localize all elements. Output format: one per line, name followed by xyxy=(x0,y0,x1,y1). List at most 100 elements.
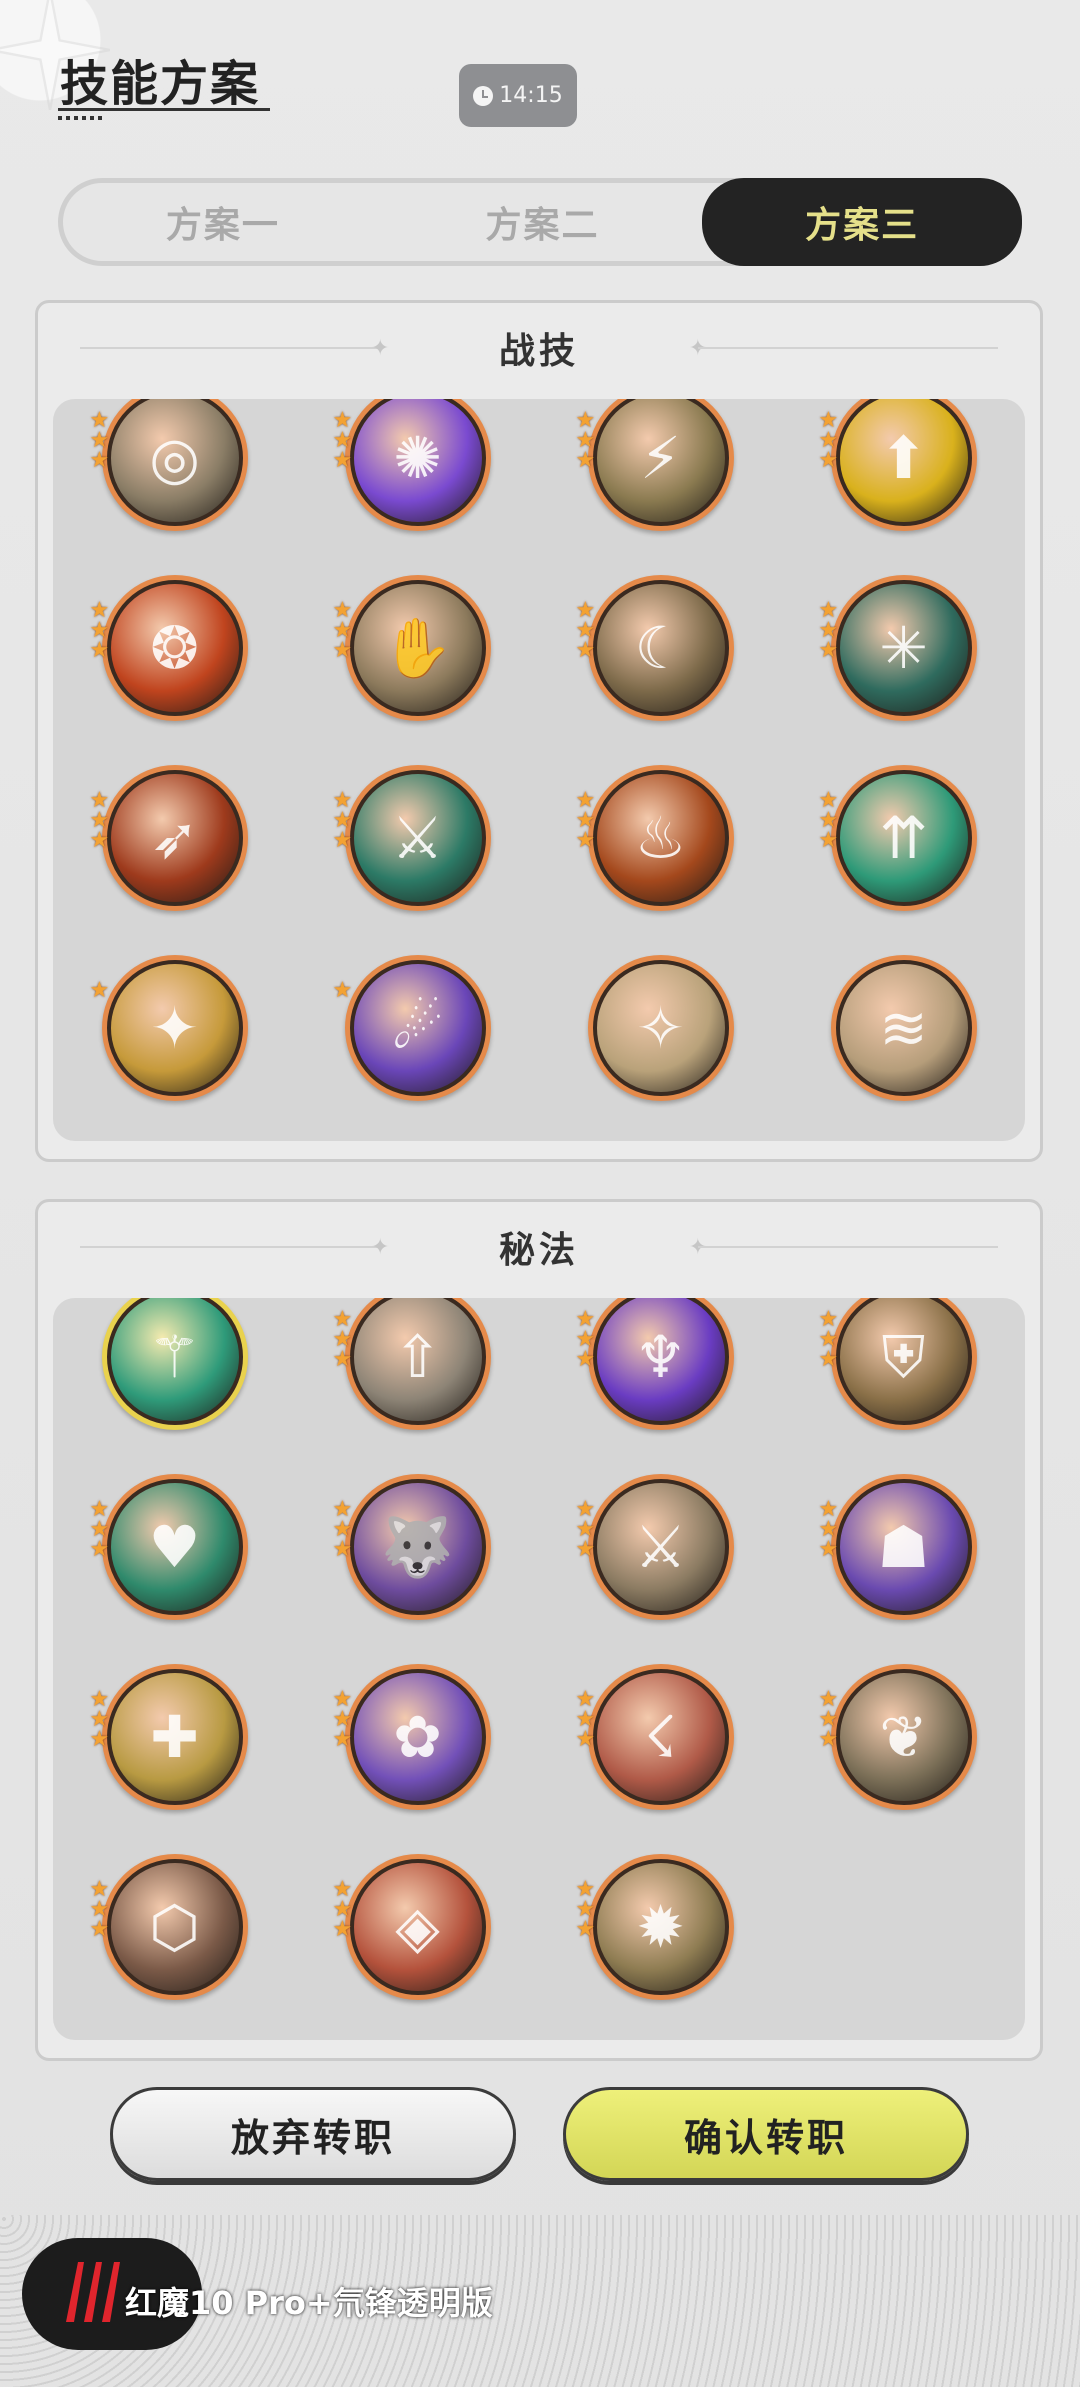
skill-button[interactable]: ⚚ xyxy=(101,1298,248,1430)
star-rank-indicator: ★ ★ ★ xyxy=(576,1309,596,1371)
star-rank-indicator: ★ ★ ★ xyxy=(333,410,353,472)
skill-button[interactable]: ☄ ★ xyxy=(333,955,491,1101)
skill-button[interactable]: ⛨ ★ ★ ★ xyxy=(819,1298,977,1430)
skill-button[interactable]: ☾ ★ ★ ★ xyxy=(576,575,734,721)
tab-plan-2[interactable]: 方案二 xyxy=(383,183,703,261)
skill-button[interactable]: ❂ ★ ★ ★ xyxy=(90,575,248,721)
skill-button[interactable]: ➶ ★ ★ ★ xyxy=(90,765,248,911)
abandon-class-change-button[interactable]: 放弃转职 xyxy=(110,2087,516,2181)
skill-button[interactable]: ☗ ★ ★ ★ xyxy=(819,1474,977,1620)
skill-plan-screen: 技能方案 14:15 方案一 方案二 方案三 ✦ 战技 ✦ ◎★★★✺★★★⚡★… xyxy=(0,0,1080,2387)
skill-button[interactable]: ✹ ★ ★ ★ xyxy=(576,1854,734,2000)
sword-pedestal-icon: ⇧ xyxy=(349,1298,486,1425)
skill-button[interactable]: ✦ ★ xyxy=(90,955,248,1101)
skill-button[interactable]: ♥ ★ ★ ★ xyxy=(90,1474,248,1620)
spider-web-icon: ✳ xyxy=(835,580,972,716)
star-icon: ★ xyxy=(332,1917,353,1942)
skill-slot: ⇧ ★ ★ ★ xyxy=(296,1298,539,1474)
skill-button[interactable]: ⚡ ★ ★ ★ xyxy=(576,399,734,531)
star-rank-indicator: ★ ★ ★ xyxy=(818,790,839,853)
star-icon: ★ xyxy=(332,1537,353,1562)
combat-skills-grid: ◎ ★ ★ ★ ✺ ★ ★ ★ ⚡ ★ ★ ★ ⬆ ★ ★ ★ ❂ ★ ★ ★ ✋ ★ ★ ★ ☾ ★ ★ ★ ✳ ★ ★ ★ ➶ ★ ★ ★ ⚔ ★ ★ ★… xyxy=(53,399,1025,1141)
header-divider-right xyxy=(698,347,998,349)
clock-time: 14:15 xyxy=(499,83,563,108)
star-rank-indicator: ★ ★ ★ xyxy=(90,600,110,662)
fire-slash-icon: ➶ xyxy=(106,770,243,906)
skill-slot: ☗ ★ ★ ★ xyxy=(782,1474,1025,1664)
star-rank-indicator: ★ ★ ★ xyxy=(819,410,839,472)
star-icon: ★ xyxy=(575,828,596,853)
purple-flame-icon: ✺ xyxy=(349,399,486,526)
skill-button[interactable]: ⚔ ★ ★ ★ xyxy=(333,765,491,911)
skill-slot: ◎ ★ ★ ★ xyxy=(53,399,296,575)
skill-slot: ✿ ★ ★ ★ xyxy=(296,1664,539,1854)
arcana-panel: ✦ 秘法 ✦ ⚚⇧★★★♆★★★⛨★★★♥★★★🐺★★★⚔★★★☗★★★✚★★★… xyxy=(35,1199,1043,2061)
tab-plan-3[interactable]: 方案三 xyxy=(702,178,1023,266)
skill-slot: ☄ ★ xyxy=(296,955,539,1141)
skill-slot: ✺ ★ ★ ★ xyxy=(296,399,539,575)
skill-button[interactable]: ⇧ ★ ★ ★ xyxy=(333,1298,491,1430)
skill-button[interactable]: ◎ ★ ★ ★ xyxy=(90,399,248,531)
clock-icon xyxy=(473,85,494,106)
skill-button[interactable]: ✚ ★ ★ ★ xyxy=(90,1664,248,1810)
star-rank-indicator: ★ ★ ★ xyxy=(90,1879,110,1941)
skill-button[interactable]: ◈ ★ ★ ★ xyxy=(333,1854,491,2000)
header-divider-right xyxy=(698,1246,998,1248)
skill-button[interactable]: ✧ xyxy=(587,955,734,1101)
skill-button[interactable]: ♆ ★ ★ ★ xyxy=(576,1298,734,1430)
star-icon: ★ xyxy=(575,448,596,473)
skill-slot: ✚ ★ ★ ★ xyxy=(53,1664,296,1854)
arcana-grid-box: ⚚ ⇧ ★ ★ ★ ♆ ★ ★ ★ ⛨ ★ ★ ★ ♥ ★ ★ ★ 🐺 ★ ★ ★ ⚔ ★ ★ ★ ☗ ★ ★ ★ ✚ ★ ★ ★ ✿ ★ ★ ★ ☇ ★ ★… xyxy=(53,1298,1025,2040)
skill-button[interactable]: ✳ ★ ★ ★ xyxy=(819,575,977,721)
star-rank-indicator: ★ ★ ★ xyxy=(819,600,839,662)
star-rank-indicator: ★ ★ ★ xyxy=(576,1879,596,1941)
header-divider-left xyxy=(80,1246,380,1248)
star-icon: ★ xyxy=(89,828,110,853)
skill-button[interactable]: ❦ ★ ★ ★ xyxy=(819,1664,977,1810)
star-rank-indicator: ★ ★ ★ xyxy=(576,600,596,662)
skill-slot: ⚔ ★ ★ ★ xyxy=(539,1474,782,1664)
star-rank-indicator: ★ ★ ★ xyxy=(333,1309,353,1371)
skill-slot: ✧ xyxy=(539,955,782,1141)
skill-button[interactable]: ⇈ ★ ★ ★ xyxy=(819,765,977,911)
wind-slash-icon: ≋ xyxy=(835,960,972,1096)
skill-slot: ☾ ★ ★ ★ xyxy=(539,575,782,765)
skill-slot: ☇ ★ ★ ★ xyxy=(539,1664,782,1854)
skill-button[interactable]: ✿ ★ ★ ★ xyxy=(333,1664,491,1810)
vortex-target-icon: ✹ xyxy=(592,1859,729,1995)
skill-button[interactable]: ⬆ ★ ★ ★ xyxy=(819,399,977,531)
whirl-slash-icon: ◎ xyxy=(106,399,243,526)
skill-button[interactable]: 🐺 ★ ★ ★ xyxy=(333,1474,491,1620)
star-rank-indicator: ★ ★ ★ xyxy=(333,600,353,662)
skill-button[interactable]: ≋ xyxy=(830,955,977,1101)
emerald-sword-icon: ⚔ xyxy=(349,770,486,906)
skill-slot: ❦ ★ ★ ★ xyxy=(782,1664,1025,1854)
blade-burst-icon: ✧ xyxy=(592,960,729,1096)
star-rank-indicator: ★ ★ ★ xyxy=(90,1499,110,1561)
skill-button[interactable]: ✺ ★ ★ ★ xyxy=(333,399,491,531)
skill-slot: ⚔ ★ ★ ★ xyxy=(296,765,539,955)
skill-slot: ♥ ★ ★ ★ xyxy=(53,1474,296,1664)
star-icon: ★ xyxy=(818,828,839,853)
tab-plan-1[interactable]: 方案一 xyxy=(63,183,383,261)
star-rank-indicator: ★ ★ ★ xyxy=(819,1689,839,1751)
section-title: 秘法 xyxy=(498,1230,579,1271)
confirm-class-change-button[interactable]: 确认转职 xyxy=(563,2087,969,2181)
skill-slot: ≋ xyxy=(782,955,1025,1141)
skill-slot: ◈ ★ ★ ★ xyxy=(296,1854,539,2040)
sparkle-icon: ✦ xyxy=(371,1235,390,1260)
skill-button[interactable]: ⚔ ★ ★ ★ xyxy=(576,1474,734,1620)
arcane-orb-icon: ✿ xyxy=(349,1669,486,1805)
skill-button[interactable]: ✋ ★ ★ ★ xyxy=(333,575,491,721)
star-icon: ★ xyxy=(575,1727,596,1752)
heal-heart-icon: ♥ xyxy=(106,1479,243,1615)
lightning-slash-icon: ⚡ xyxy=(592,399,729,526)
lotus-moon-icon: ❦ xyxy=(835,1669,972,1805)
crimson-strike-icon: ☇ xyxy=(592,1669,729,1805)
skill-button[interactable]: ♨ ★ ★ ★ xyxy=(576,765,734,911)
skill-slot: ⚚ xyxy=(53,1298,296,1474)
skill-slot: ♨ ★ ★ ★ xyxy=(539,765,782,955)
skill-button[interactable]: ⬡ ★ ★ ★ xyxy=(90,1854,248,2000)
skill-button[interactable]: ☇ ★ ★ ★ xyxy=(576,1664,734,1810)
skill-slot: ❂ ★ ★ ★ xyxy=(53,575,296,765)
